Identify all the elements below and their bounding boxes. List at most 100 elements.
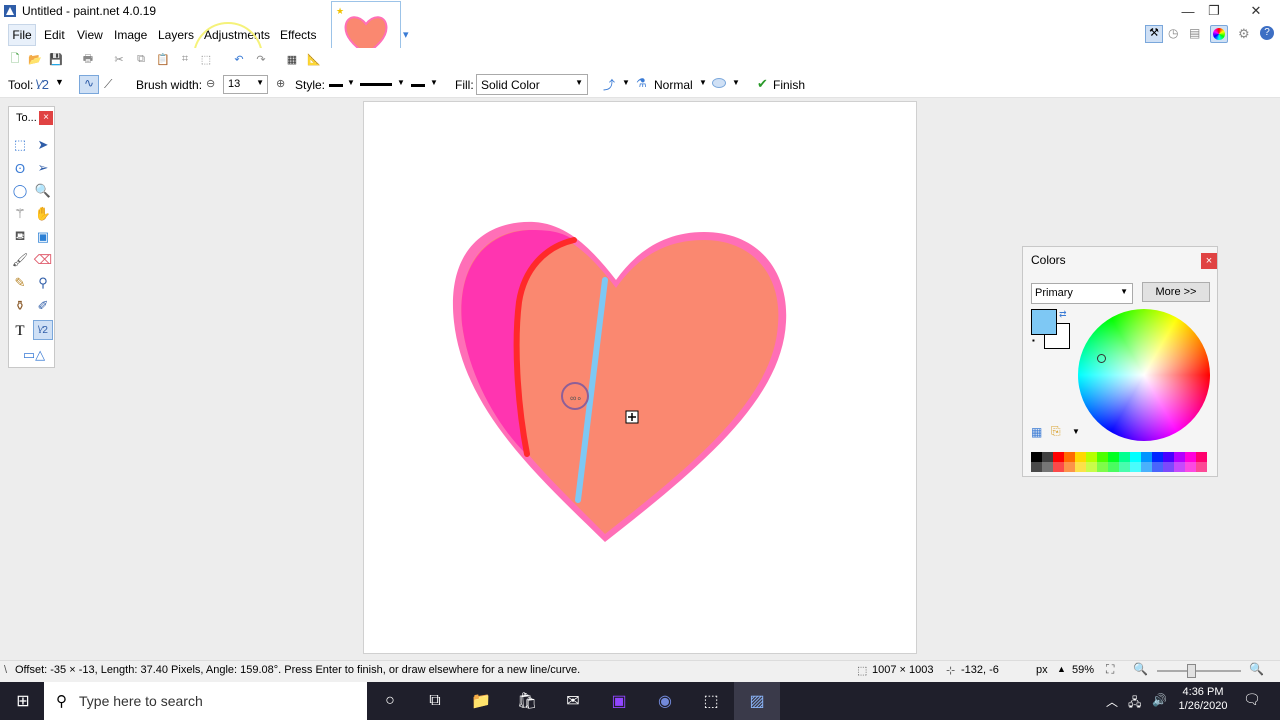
primary-secondary-select[interactable]: Primary ▼ bbox=[1031, 283, 1133, 304]
save-image-icon[interactable]: 💾 bbox=[47, 50, 65, 68]
palette-swatch[interactable] bbox=[1075, 462, 1086, 472]
palette-swatch[interactable] bbox=[1152, 462, 1163, 472]
ruler-icon[interactable]: 📐 bbox=[305, 50, 323, 68]
menu-image[interactable]: Image bbox=[112, 28, 149, 42]
grid-icon[interactable]: ▦ bbox=[283, 50, 301, 68]
recolor-tool-icon[interactable]: ✐ bbox=[33, 296, 53, 316]
menu-file[interactable]: File bbox=[8, 24, 36, 46]
palette-swatch[interactable] bbox=[1130, 452, 1141, 462]
pan-tool-icon[interactable]: ✋ bbox=[33, 204, 53, 224]
blend-mode-icon[interactable]: ⚗ bbox=[636, 76, 647, 90]
history-window-toggle-icon[interactable]: ◷ bbox=[1168, 26, 1184, 42]
rectangle-select-tool-icon[interactable]: ⬚ bbox=[10, 135, 30, 155]
open-image-icon[interactable]: 📂 bbox=[26, 50, 44, 68]
cut-icon[interactable]: ✂ bbox=[110, 50, 128, 68]
palette-swatch[interactable] bbox=[1108, 452, 1119, 462]
network-icon[interactable]: 🖧 bbox=[1128, 693, 1141, 714]
color-wheel-picker-handle[interactable] bbox=[1097, 354, 1106, 363]
end-style-dropdown-icon[interactable]: ▼ bbox=[430, 78, 438, 87]
eraser-tool-icon[interactable]: ⌫ bbox=[33, 250, 53, 270]
microsoft-store-icon[interactable]: 🛍 bbox=[504, 682, 550, 720]
decrease-width-icon[interactable]: ⊖ bbox=[206, 77, 215, 90]
help-icon[interactable]: ? bbox=[1260, 26, 1274, 40]
zoom-tool-icon[interactable]: 🔍 bbox=[33, 181, 53, 201]
palette-swatch[interactable] bbox=[1141, 462, 1152, 472]
zoom-slider-track[interactable] bbox=[1157, 670, 1241, 672]
line-start-style-icon[interactable] bbox=[329, 84, 343, 87]
mail-icon[interactable]: ✉ bbox=[550, 682, 596, 720]
magic-wand-tool-icon[interactable]: ⚚ bbox=[10, 204, 30, 224]
palette-swatch[interactable] bbox=[1086, 452, 1097, 462]
palette-swatch[interactable] bbox=[1152, 452, 1163, 462]
line-end-style-icon[interactable] bbox=[411, 84, 425, 87]
brush-width-input[interactable]: 13 ▼ bbox=[223, 75, 268, 94]
palette-swatch[interactable] bbox=[1185, 462, 1196, 472]
copy-icon[interactable]: ⧉ bbox=[132, 50, 150, 68]
blend-mode-value[interactable]: Normal bbox=[654, 78, 693, 92]
palette-menu-icon[interactable]: ⎘ bbox=[1051, 424, 1061, 439]
close-window-button[interactable]: ✕ bbox=[1236, 0, 1276, 22]
palette-swatch[interactable] bbox=[1042, 462, 1053, 472]
pencil-tool-icon[interactable]: ✎ bbox=[10, 273, 30, 293]
discord-icon[interactable]: ◉ bbox=[642, 682, 688, 720]
antialiasing-icon[interactable]: ⤴ bbox=[603, 76, 615, 93]
menu-layers[interactable]: Layers bbox=[156, 28, 196, 42]
palette-swatch[interactable] bbox=[1064, 462, 1075, 472]
palette-swatch[interactable] bbox=[1119, 452, 1130, 462]
add-to-palette-icon[interactable]: ▦ bbox=[1031, 425, 1042, 439]
text-tool-icon[interactable]: T bbox=[10, 321, 30, 341]
clone-stamp-tool-icon[interactable]: ⚱ bbox=[10, 296, 30, 316]
shape-type-icon[interactable] bbox=[712, 78, 726, 88]
shape-type-dropdown-icon[interactable]: ▼ bbox=[732, 78, 740, 87]
palette-swatch[interactable] bbox=[1174, 452, 1185, 462]
palette-swatch[interactable] bbox=[1042, 452, 1053, 462]
paint-bucket-tool-icon[interactable]: ⛾ bbox=[10, 227, 30, 247]
paintnet-taskbar-icon[interactable]: ▨ bbox=[734, 682, 780, 720]
zoom-slider-thumb[interactable] bbox=[1187, 664, 1196, 678]
palette-swatch[interactable] bbox=[1031, 462, 1042, 472]
colors-window-toggle-icon[interactable] bbox=[1210, 25, 1228, 43]
image-canvas[interactable]: ∞∘ bbox=[363, 101, 917, 654]
redo-icon[interactable]: ↷ bbox=[252, 50, 270, 68]
print-icon[interactable]: 🖶 bbox=[79, 50, 97, 68]
twitch-icon[interactable]: ▣ bbox=[596, 682, 642, 720]
palette-swatch[interactable] bbox=[1075, 452, 1086, 462]
tools-window-toggle-icon[interactable]: ⚒ bbox=[1145, 25, 1163, 43]
tool-dropdown-icon[interactable]: ▼ bbox=[55, 77, 64, 87]
menu-view[interactable]: View bbox=[75, 28, 105, 42]
palette-swatch[interactable] bbox=[1130, 462, 1141, 472]
palette-swatch[interactable] bbox=[1141, 452, 1152, 462]
gradient-tool-icon[interactable]: ▣ bbox=[33, 227, 53, 247]
line-curve-tool-selected-icon[interactable]: \⁄2 bbox=[33, 320, 53, 340]
bezier-mode-icon[interactable]: ⟋ bbox=[104, 77, 112, 92]
start-style-dropdown-icon[interactable]: ▼ bbox=[347, 78, 355, 87]
reset-colors-icon[interactable]: ▪ bbox=[1032, 336, 1035, 345]
increase-width-icon[interactable]: ⊕ bbox=[276, 77, 285, 90]
spline-mode-icon[interactable]: ∿ bbox=[79, 75, 99, 94]
line-curve-tool-icon[interactable]: \⁄2 bbox=[36, 77, 49, 92]
palette-swatch[interactable] bbox=[1174, 462, 1185, 472]
zoom-to-window-icon[interactable]: ⛶ bbox=[1106, 662, 1114, 677]
palette-swatch[interactable] bbox=[1196, 452, 1207, 462]
show-hidden-icons-icon[interactable]: ︿ bbox=[1106, 693, 1118, 710]
units-dropdown-icon[interactable]: ▲ bbox=[1057, 664, 1066, 674]
units-select[interactable]: px bbox=[1036, 664, 1048, 676]
dash-style-icon[interactable] bbox=[360, 83, 392, 86]
palette-swatch[interactable] bbox=[1163, 452, 1174, 462]
new-image-icon[interactable]: 🗋 bbox=[6, 50, 24, 68]
palette-swatch[interactable] bbox=[1097, 452, 1108, 462]
color-wheel[interactable] bbox=[1078, 309, 1210, 441]
palette-swatch[interactable] bbox=[1097, 462, 1108, 472]
cortana-icon[interactable]: ○ bbox=[367, 682, 413, 720]
notifications-icon[interactable]: 🗨 bbox=[1243, 691, 1261, 708]
windows-start-icon[interactable]: ⊞ bbox=[0, 682, 46, 720]
task-view-icon[interactable]: ⧉ bbox=[412, 682, 458, 720]
blend-mode-dropdown-icon[interactable]: ▼ bbox=[699, 78, 707, 87]
paste-icon[interactable]: 📋 bbox=[154, 50, 172, 68]
colors-panel-close-button[interactable]: × bbox=[1201, 253, 1217, 269]
restore-button[interactable]: ❐ bbox=[1194, 0, 1234, 22]
settings-gear-icon[interactable]: ⚙ bbox=[1238, 26, 1250, 42]
palette-swatch[interactable] bbox=[1163, 462, 1174, 472]
clock[interactable]: 4:36 PM 1/26/2020 bbox=[1172, 686, 1234, 712]
move-selection-tool-icon[interactable]: ➢ bbox=[33, 158, 53, 178]
